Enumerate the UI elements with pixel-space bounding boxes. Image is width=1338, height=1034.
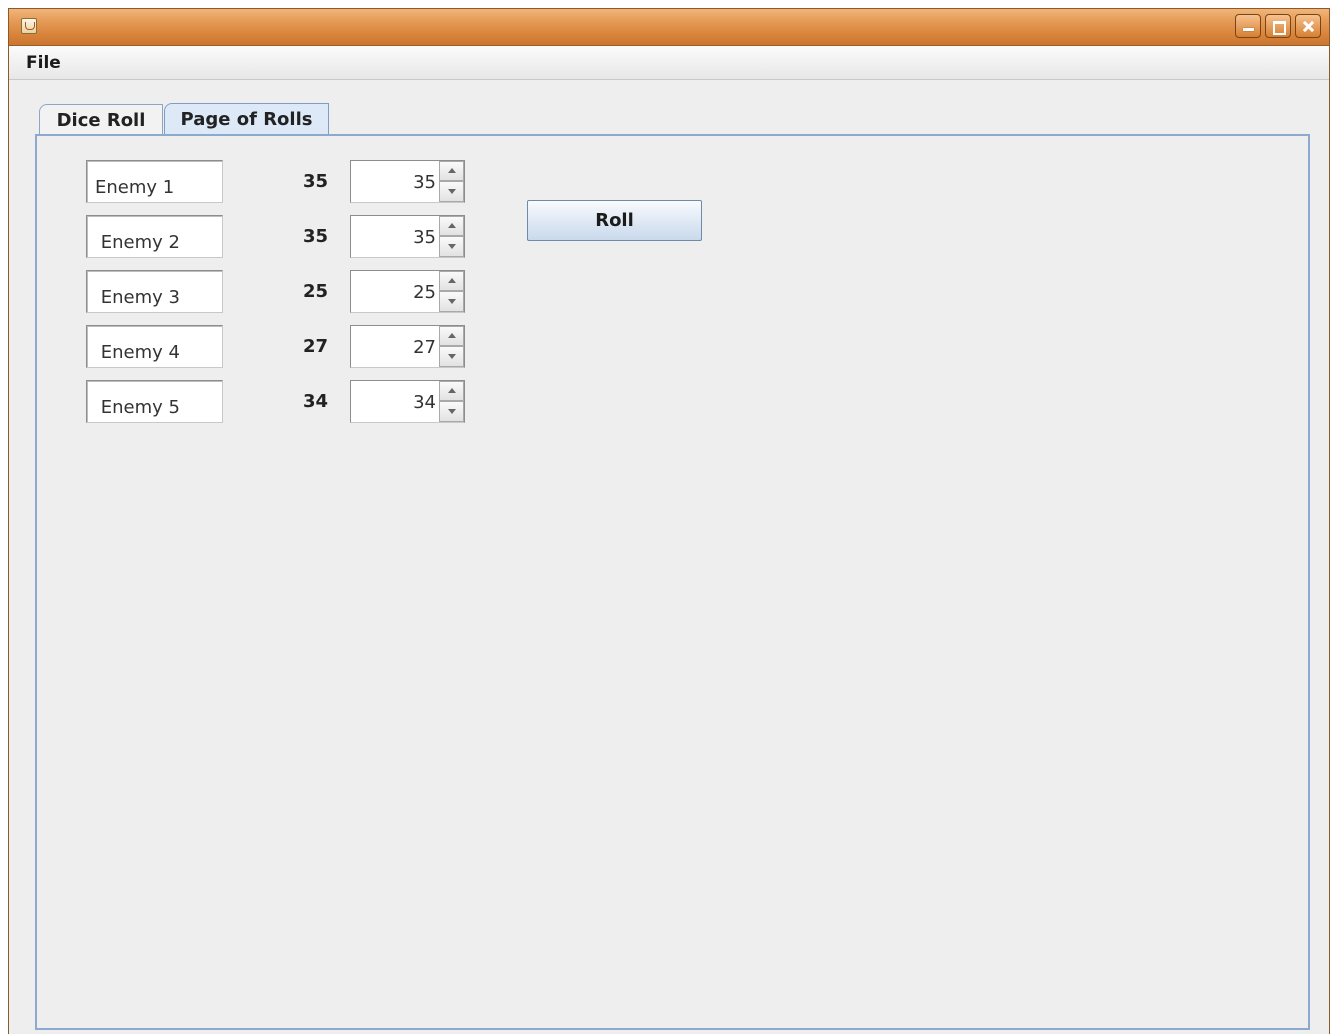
tab-page-of-rolls[interactable]: Page of Rolls [164, 103, 329, 137]
spinner-up-icon-5[interactable] [439, 381, 464, 401]
title-bar[interactable] [9, 9, 1329, 46]
spinner-down-icon-2[interactable] [439, 236, 464, 257]
app-window: File Dice Roll Page of Rolls 35 35 35 35… [8, 8, 1330, 1034]
roll-spinner-2[interactable]: 35 [350, 215, 465, 258]
roll-spinner-4[interactable]: 27 [350, 325, 465, 368]
roll-result-3: 25 [303, 281, 329, 302]
page-of-rolls-panel: 35 35 35 35 25 25 27 27 [35, 134, 1310, 1030]
spinner-value-4[interactable]: 27 [351, 326, 438, 367]
roll-spinner-3[interactable]: 25 [350, 270, 465, 313]
enemy-name-field-4[interactable] [86, 325, 223, 368]
spinner-value-1[interactable]: 35 [351, 161, 438, 202]
spinner-down-icon-4[interactable] [439, 346, 464, 367]
spinner-down-icon-3[interactable] [439, 291, 464, 312]
roll-button[interactable]: Roll [527, 200, 702, 241]
tab-dice-roll[interactable]: Dice Roll [39, 104, 163, 135]
spinner-up-icon-2[interactable] [439, 216, 464, 236]
spinner-value-3[interactable]: 25 [351, 271, 438, 312]
enemy-name-field-5[interactable] [86, 380, 223, 423]
spinner-down-icon-1[interactable] [439, 181, 464, 202]
roll-spinner-5[interactable]: 34 [350, 380, 465, 423]
spinner-up-icon-4[interactable] [439, 326, 464, 346]
maximize-icon[interactable] [1265, 14, 1291, 38]
enemy-name-field-1[interactable] [86, 160, 223, 203]
enemy-name-field-3[interactable] [86, 270, 223, 313]
roll-spinner-1[interactable]: 35 [350, 160, 465, 203]
spinner-value-5[interactable]: 34 [351, 381, 438, 422]
spinner-value-2[interactable]: 35 [351, 216, 438, 257]
roll-result-5: 34 [303, 391, 329, 412]
menu-file[interactable]: File [26, 53, 61, 73]
roll-result-2: 35 [303, 226, 329, 247]
spinner-up-icon-1[interactable] [439, 161, 464, 181]
enemy-name-field-2[interactable] [86, 215, 223, 258]
spinner-down-icon-5[interactable] [439, 401, 464, 422]
java-app-icon[interactable] [21, 18, 37, 34]
window-controls [1235, 14, 1321, 38]
minimize-icon[interactable] [1235, 14, 1261, 38]
roll-result-4: 27 [303, 336, 329, 357]
roll-result-1: 35 [303, 171, 329, 192]
menu-bar: File [9, 46, 1329, 80]
spinner-up-icon-3[interactable] [439, 271, 464, 291]
close-icon[interactable] [1295, 14, 1321, 38]
